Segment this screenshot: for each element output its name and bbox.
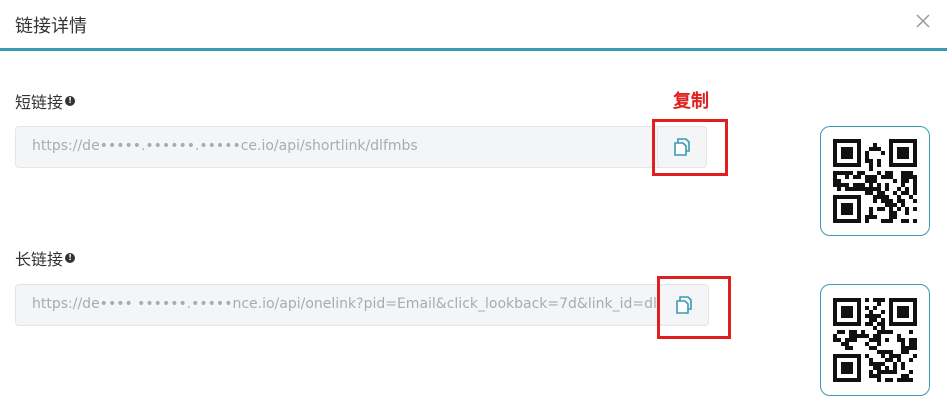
long-link-qr-box[interactable] bbox=[820, 284, 930, 396]
copy-annotation: 复制 bbox=[673, 91, 709, 112]
short-link-qr-box[interactable] bbox=[820, 126, 930, 236]
close-icon[interactable] bbox=[912, 10, 934, 32]
long-link-value: https://de•••• ••••••.•••••nce.io/api/on… bbox=[32, 296, 664, 312]
long-link-field[interactable]: https://de•••• ••••••.•••••nce.io/api/on… bbox=[15, 284, 675, 326]
long-link-label: 长链接 bbox=[15, 250, 64, 269]
info-icon: ! bbox=[65, 253, 76, 263]
dialog-header: 链接详情 bbox=[0, 0, 947, 51]
qr-code bbox=[833, 298, 917, 382]
short-link-field[interactable]: https://de•••••.••••••.•••••ce.io/api/sh… bbox=[15, 126, 675, 168]
info-icon: ! bbox=[65, 96, 76, 106]
short-link-label-row: 短链接 ! bbox=[15, 89, 76, 113]
copy-highlight-box bbox=[657, 276, 731, 339]
dialog-title: 链接详情 bbox=[15, 16, 87, 37]
copy-highlight-box bbox=[652, 119, 728, 176]
long-link-label-row: 长链接 ! bbox=[15, 246, 76, 270]
qr-code bbox=[833, 139, 917, 223]
short-link-label: 短链接 bbox=[15, 93, 64, 112]
short-link-value: https://de•••••.••••••.•••••ce.io/api/sh… bbox=[32, 138, 418, 154]
